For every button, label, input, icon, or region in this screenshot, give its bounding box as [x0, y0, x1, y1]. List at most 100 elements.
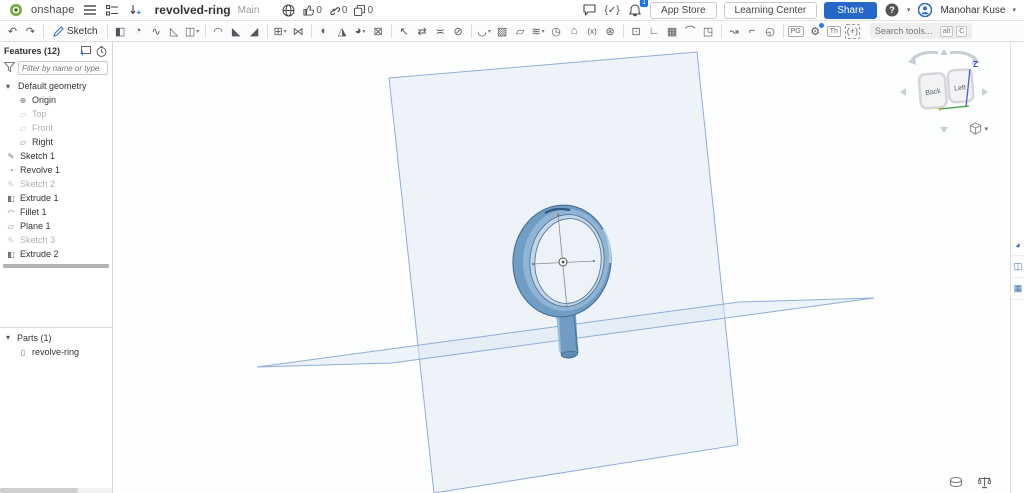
notifications-bell-icon[interactable]: 1 — [627, 2, 643, 18]
feature-item-top[interactable]: ▱Top — [0, 107, 112, 121]
custom-table-panel-icon[interactable]: ▦ — [1011, 278, 1024, 300]
configuration-panel-icon[interactable]: ◫ — [1011, 256, 1024, 278]
sketch-button[interactable]: Sketch — [48, 23, 103, 40]
parts-chevron-icon[interactable]: ▾ — [6, 333, 14, 342]
links-stat[interactable]: 0 — [329, 5, 348, 16]
learning-center-button[interactable]: Learning Center — [724, 2, 818, 19]
rollback-bar[interactable] — [3, 264, 109, 268]
plane-icon[interactable]: ▱ — [512, 23, 529, 40]
feature-item-sketch-3[interactable]: ✎Sketch 3 — [0, 233, 112, 247]
history-clock-icon[interactable] — [95, 45, 108, 58]
split-icon[interactable]: ◮ — [334, 23, 351, 40]
feature-item-front[interactable]: ▱Front — [0, 121, 112, 135]
insert-feature-icon[interactable]: + — [79, 45, 92, 58]
move-face-icon[interactable]: ↖ — [396, 23, 413, 40]
delete-part-icon[interactable]: ⊠ — [370, 23, 387, 40]
app-store-button[interactable]: App Store — [650, 2, 716, 19]
custom-feature-th-button[interactable]: Th — [827, 26, 841, 37]
feature-item-fillet-1[interactable]: ◠Fillet 1 — [0, 205, 112, 219]
tab-icon[interactable]: ◳ — [700, 23, 717, 40]
onshape-window: onshape + revolved-ring Main 0 0 0 — [0, 0, 1024, 493]
user-name[interactable]: Manohar Kuse — [940, 5, 1005, 16]
main-menu-icon[interactable] — [82, 2, 98, 18]
offset-surface-icon[interactable]: ≍ — [432, 23, 449, 40]
fill-surface-icon[interactable]: ▨ — [494, 23, 511, 40]
model-canvas[interactable] — [114, 42, 1010, 493]
import-derive-icon[interactable]: ⊡ — [628, 23, 645, 40]
linear-pattern-caret-icon[interactable]: ▾ — [284, 28, 287, 35]
feature-item-extrude-1[interactable]: ◧Extrude 1 — [0, 191, 112, 205]
part-item-revolve-ring[interactable]: ▯revolve-ring — [0, 345, 112, 359]
feature-item-default-geometry[interactable]: ▾Default geometry — [0, 79, 112, 93]
feature-item-sketch-1[interactable]: ✎Sketch 1 — [0, 149, 112, 163]
feature-item-sketch-2[interactable]: ✎Sketch 2 — [0, 177, 112, 191]
feature-settings-gear-icon[interactable]: ⚙ — [807, 23, 824, 40]
loft-icon[interactable]: ◺ — [166, 23, 183, 40]
mass-properties-scale-icon[interactable] — [976, 475, 992, 489]
export-sheet-icon[interactable] — [948, 475, 964, 489]
composite-part-icon[interactable]: ⊛ — [602, 23, 619, 40]
mate-connector-caret-icon[interactable]: ▾ — [542, 28, 545, 35]
appearance-panel-icon[interactable]: ◕ — [1011, 234, 1024, 256]
filter-funnel-icon[interactable] — [4, 62, 15, 74]
extrude-icon[interactable]: ◧ — [112, 23, 129, 40]
feature-item-revolve-1[interactable]: ◔Revolve 1 — [0, 163, 112, 177]
flatten-icon[interactable]: ∟ — [646, 23, 663, 40]
linear-pattern-icon[interactable]: ⊞▾ — [272, 23, 289, 40]
feature-item-plane-1[interactable]: ▱Plane 1 — [0, 219, 112, 233]
enclose-icon[interactable]: ⌂ — [566, 23, 583, 40]
likes-stat[interactable]: 0 — [303, 5, 322, 16]
modify-fillet-caret-icon[interactable]: ▾ — [362, 28, 365, 35]
onshape-logo-icon[interactable] — [8, 2, 24, 18]
featurescript-notices-icon[interactable]: {✓} — [604, 2, 620, 18]
surface-caret-icon[interactable]: ▾ — [488, 28, 491, 35]
mirror-icon[interactable]: ⋈ — [290, 23, 307, 40]
sheet-metal-finish-icon[interactable]: ◵ — [762, 23, 779, 40]
share-button[interactable]: Share — [824, 2, 877, 19]
user-menu-caret-icon[interactable]: ▾ — [1012, 6, 1016, 14]
user-avatar[interactable] — [917, 2, 933, 18]
public-globe-icon[interactable] — [280, 2, 296, 18]
sweep-icon[interactable]: ∿ — [148, 23, 165, 40]
variable-icon[interactable]: (x) — [584, 23, 601, 40]
thicken-caret-icon[interactable]: ▾ — [196, 28, 199, 35]
bend-icon[interactable]: ⌒ — [682, 23, 699, 40]
sheet-metal-icon[interactable]: ▦ — [664, 23, 681, 40]
helix-icon[interactable]: ◷ — [548, 23, 565, 40]
surface-icon[interactable]: ◡▾ — [476, 23, 493, 40]
sidebar-scrollbar[interactable] — [0, 488, 112, 493]
fillet-icon[interactable]: ◠ — [210, 23, 227, 40]
feature-item-origin[interactable]: ⊕Origin — [0, 93, 112, 107]
feature-item-extrude-2[interactable]: ◧Extrude 2 — [0, 247, 112, 261]
custom-feature-pg-button[interactable]: PG — [788, 26, 804, 37]
revolve-icon[interactable]: ◔ — [130, 23, 147, 40]
corner-icon[interactable]: ⌐ — [744, 23, 761, 40]
modify-fillet-icon[interactable]: ◕▾ — [352, 23, 369, 40]
document-title[interactable]: revolved-ring — [155, 3, 231, 17]
view-options-button[interactable]: ▾ — [969, 122, 988, 135]
replace-face-icon[interactable]: ⇄ — [414, 23, 431, 40]
mate-connector-icon[interactable]: ≋▾ — [530, 23, 547, 40]
search-tools-box[interactable]: alt C — [870, 23, 972, 39]
search-tools-input[interactable] — [875, 26, 937, 36]
feature-filter-input[interactable] — [18, 61, 108, 75]
follow-mode-icon[interactable]: + — [128, 2, 144, 18]
workspace-name[interactable]: Main — [238, 5, 260, 16]
feature-item-right[interactable]: ▱Right — [0, 135, 112, 149]
help-icon[interactable]: ? — [884, 2, 900, 18]
copies-stat[interactable]: 0 — [354, 5, 373, 16]
draft-icon[interactable]: ◢ — [246, 23, 263, 40]
version-tree-icon[interactable] — [105, 2, 121, 18]
graphics-viewport[interactable]: Back Left Z ▾ — [114, 42, 1010, 493]
undo-icon[interactable]: ↶ — [4, 23, 21, 40]
comments-icon[interactable] — [581, 2, 597, 18]
thicken-icon[interactable]: ◫▾ — [184, 23, 201, 40]
help-caret-icon[interactable]: ▾ — [907, 6, 911, 14]
redo-icon[interactable]: ↷ — [22, 23, 39, 40]
mutual-trim-icon[interactable]: ⊘ — [450, 23, 467, 40]
chamfer-icon[interactable]: ◣ — [228, 23, 245, 40]
spline-icon[interactable]: ↝ — [726, 23, 743, 40]
add-custom-feature-button[interactable]: (+) — [845, 24, 860, 39]
boolean-icon[interactable]: ◐ — [316, 23, 333, 40]
default-geometry-chevron-icon[interactable]: ▾ — [6, 82, 14, 91]
